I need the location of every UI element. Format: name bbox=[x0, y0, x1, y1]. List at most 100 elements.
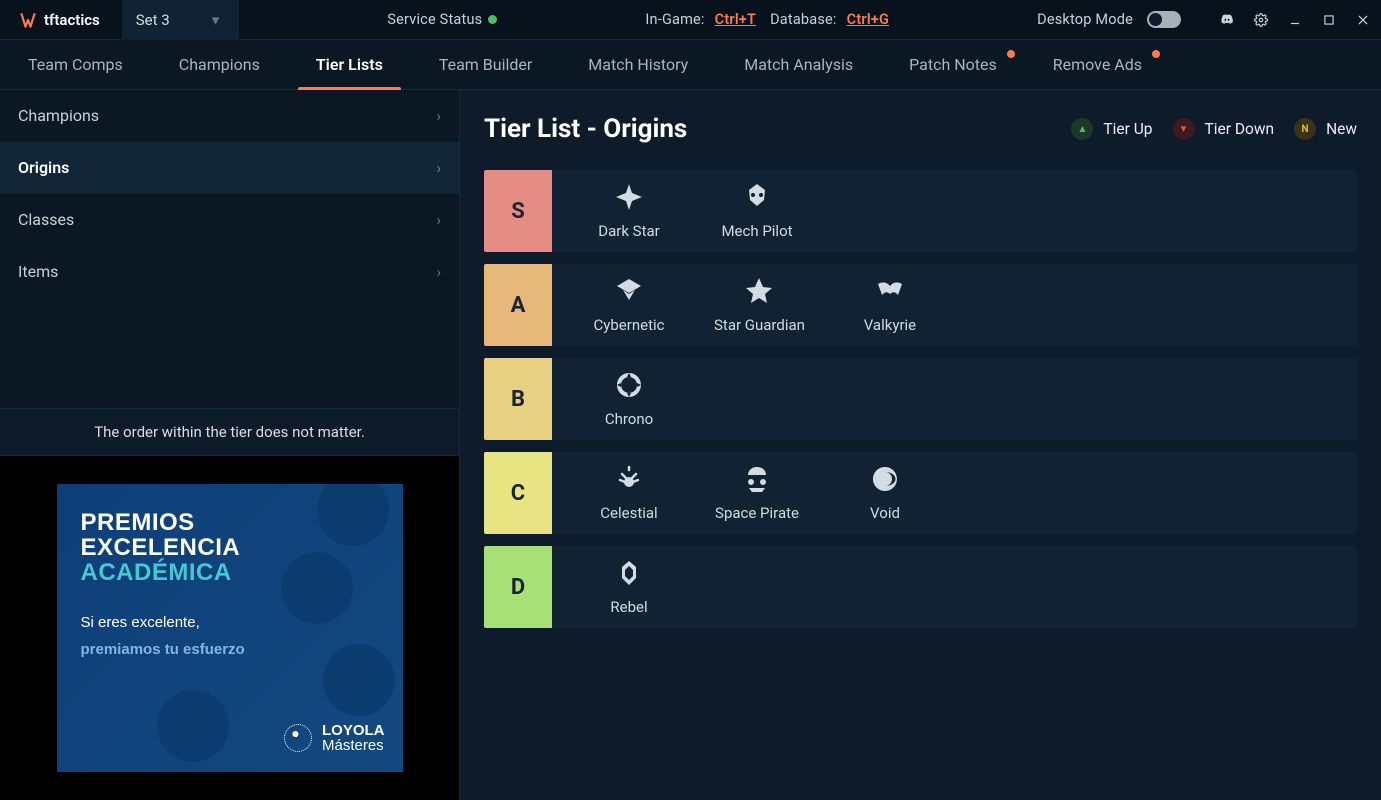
main-nav: Team Comps Champions Tier Lists Team Builde… bbox=[0, 40, 1381, 90]
sidebar-item-champions[interactable]: Champions› bbox=[0, 90, 459, 142]
darkstar-icon bbox=[614, 182, 644, 216]
legend-tier-down: ▼Tier Down bbox=[1173, 118, 1275, 140]
origin-label: Chrono bbox=[605, 410, 653, 428]
nav-champions[interactable]: Champions bbox=[151, 40, 288, 89]
desktop-mode-switch[interactable] bbox=[1147, 11, 1181, 28]
content: Tier List - Origins ▲Tier Up ▼Tier Down … bbox=[460, 90, 1381, 800]
origin-label: Mech Pilot bbox=[721, 222, 792, 240]
origin-chrono[interactable]: Chrono bbox=[586, 370, 672, 428]
chevron-down-icon: ▾ bbox=[212, 11, 220, 29]
origin-label: Celestial bbox=[600, 504, 657, 522]
app-logo[interactable]: tftactics bbox=[10, 10, 108, 30]
tier-rank-label: C bbox=[484, 452, 552, 534]
sidebar-item-classes[interactable]: Classes› bbox=[0, 194, 459, 246]
ingame-shortcut[interactable]: In-Game: Ctrl+T bbox=[645, 11, 756, 28]
chrono-icon bbox=[614, 370, 644, 404]
close-icon[interactable] bbox=[1355, 12, 1371, 28]
origin-dark-star[interactable]: Dark Star bbox=[586, 182, 672, 240]
database-shortcut[interactable]: Database: Ctrl+G bbox=[770, 11, 889, 28]
nav-label: Team Builder bbox=[439, 55, 532, 74]
sidebar-item-items[interactable]: Items › bbox=[0, 246, 459, 298]
tier-up-icon: ▲ bbox=[1071, 118, 1093, 140]
nav-tier-lists[interactable]: Tier Lists bbox=[288, 40, 411, 89]
titlebar: tftactics Set 3 ▾ Service Status In-Game… bbox=[0, 0, 1381, 40]
sidebar-item-label: Champions bbox=[18, 106, 99, 125]
app-name: tftactics bbox=[44, 11, 100, 29]
origin-label: Dark Star bbox=[598, 222, 659, 240]
origin-mech-pilot[interactable]: Mech Pilot bbox=[714, 182, 800, 240]
nav-label: Match History bbox=[588, 55, 688, 74]
chevron-right-icon: › bbox=[436, 211, 441, 229]
tier-rank-label: B bbox=[484, 358, 552, 440]
tier-row-d: D Rebel bbox=[484, 546, 1357, 628]
origin-label: Space Pirate bbox=[715, 504, 799, 522]
service-status-label: Service Status bbox=[387, 11, 482, 28]
sidebar-item-label: Origins bbox=[18, 158, 69, 177]
origin-cybernetic[interactable]: Cybernetic bbox=[586, 276, 672, 334]
tier-items: Chrono bbox=[552, 358, 1357, 440]
origin-label: Rebel bbox=[610, 598, 647, 616]
nav-label: Patch Notes bbox=[909, 55, 997, 74]
nav-label: Remove Ads bbox=[1053, 55, 1142, 74]
pirate-icon bbox=[742, 464, 772, 498]
origin-label: Valkyrie bbox=[864, 316, 916, 334]
tier-items: Rebel bbox=[552, 546, 1357, 628]
chevron-right-icon: › bbox=[436, 263, 441, 281]
desktop-mode-label: Desktop Mode bbox=[1037, 11, 1133, 28]
database-shortcut-label: Database: bbox=[770, 11, 837, 28]
chevron-right-icon: › bbox=[436, 159, 441, 177]
nav-match-history[interactable]: Match History bbox=[560, 40, 716, 89]
sidebar-item-label: Items bbox=[18, 262, 58, 281]
celestial-icon bbox=[614, 464, 644, 498]
nav-patch-notes[interactable]: Patch Notes bbox=[881, 40, 1025, 89]
legend: ▲Tier Up ▼Tier Down NNew bbox=[1071, 118, 1357, 140]
nav-remove-ads[interactable]: Remove Ads bbox=[1025, 40, 1170, 89]
desktop-mode-toggle[interactable]: Desktop Mode bbox=[1037, 11, 1181, 28]
status-dot-icon bbox=[488, 15, 497, 24]
tier-row-b: B Chrono bbox=[484, 358, 1357, 440]
valkyrie-icon bbox=[875, 276, 905, 310]
service-status[interactable]: Service Status bbox=[387, 11, 497, 28]
legend-new: NNew bbox=[1294, 118, 1357, 140]
tier-row-a: A Cybernetic Star Guardian Valkyrie bbox=[484, 264, 1357, 346]
maximize-icon[interactable] bbox=[1321, 12, 1337, 28]
nav-match-analysis[interactable]: Match Analysis bbox=[716, 40, 881, 89]
sidebar-item-origins[interactable]: Origins › bbox=[0, 142, 459, 194]
notification-dot-icon bbox=[1007, 50, 1015, 58]
origin-star-guardian[interactable]: Star Guardian bbox=[714, 276, 805, 334]
set-selector[interactable]: Set 3 ▾ bbox=[122, 0, 239, 40]
tier-rank-label: A bbox=[484, 264, 552, 346]
tier-items: Dark Star Mech Pilot bbox=[552, 170, 1357, 252]
nav-label: Team Comps bbox=[28, 55, 123, 74]
origin-celestial[interactable]: Celestial bbox=[586, 464, 672, 522]
origin-label: Void bbox=[870, 504, 900, 522]
legend-tier-up: ▲Tier Up bbox=[1071, 118, 1152, 140]
rebel-icon bbox=[614, 558, 644, 592]
nav-label: Champions bbox=[179, 55, 260, 74]
origin-space-pirate[interactable]: Space Pirate bbox=[714, 464, 800, 522]
minimize-icon[interactable] bbox=[1287, 12, 1303, 28]
origin-valkyrie[interactable]: Valkyrie bbox=[847, 276, 933, 334]
origin-void[interactable]: Void bbox=[842, 464, 928, 522]
set-label: Set 3 bbox=[136, 11, 170, 29]
mech-icon bbox=[742, 182, 772, 216]
origin-rebel[interactable]: Rebel bbox=[586, 558, 672, 616]
origin-label: Cybernetic bbox=[594, 316, 665, 334]
logo-icon bbox=[18, 10, 38, 30]
starguardian-icon bbox=[744, 276, 774, 310]
nav-label: Match Analysis bbox=[744, 55, 853, 74]
nav-team-comps[interactable]: Team Comps bbox=[0, 40, 151, 89]
discord-icon[interactable] bbox=[1219, 12, 1235, 28]
tier-row-s: S Dark Star Mech Pilot bbox=[484, 170, 1357, 252]
notification-dot-icon bbox=[1152, 50, 1160, 58]
ingame-shortcut-key: Ctrl+T bbox=[715, 11, 756, 28]
ad-brand: LOYOLAMásteres bbox=[284, 723, 385, 755]
tier-rank-label: D bbox=[484, 546, 552, 628]
tier-rank-label: S bbox=[484, 170, 552, 252]
nav-label: Tier Lists bbox=[316, 55, 383, 74]
ingame-shortcut-label: In-Game: bbox=[645, 11, 704, 28]
nav-team-builder[interactable]: Team Builder bbox=[411, 40, 560, 89]
settings-icon[interactable] bbox=[1253, 12, 1269, 28]
ad-container[interactable]: PREMIOS EXCELENCIA ACADÉMICA Si eres exc… bbox=[0, 456, 459, 800]
sidebar-note: The order within the tier does not matte… bbox=[0, 408, 459, 456]
